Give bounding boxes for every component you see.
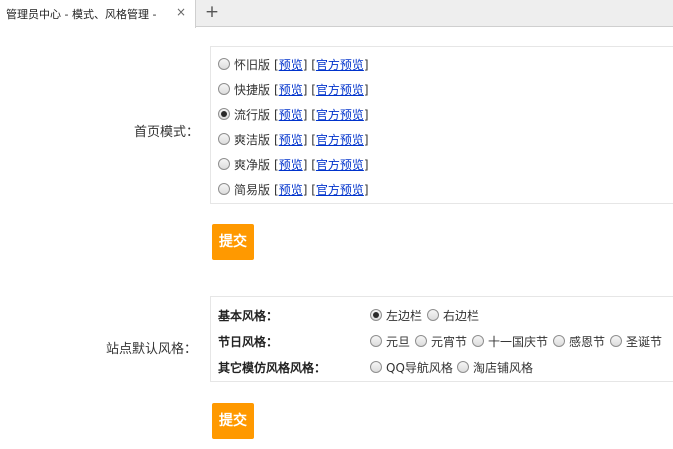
- style-option-label: 感恩节: [569, 335, 606, 349]
- radio-thanksgiving[interactable]: [553, 335, 565, 347]
- official-preview-link[interactable]: 官方预览: [316, 108, 364, 122]
- radio-mode-2[interactable]: [218, 108, 230, 120]
- style-option-label: 十一国庆节: [488, 335, 549, 349]
- style-option-label: 圣诞节: [626, 335, 663, 349]
- homepage-mode-submit-button[interactable]: 提交: [212, 224, 254, 260]
- preview-link[interactable]: 预览: [279, 58, 303, 72]
- radio-christmas[interactable]: [610, 335, 622, 347]
- preview-links: [预览] [官方预览]: [274, 58, 369, 72]
- official-preview-link[interactable]: 官方预览: [316, 83, 364, 97]
- tab-admin-center[interactable]: 管理员中心 - 模式、风格管理 - ×: [0, 0, 196, 28]
- site-style-label: 站点默认风格：: [106, 342, 198, 357]
- basic-style-label: 基本风格：: [218, 309, 279, 323]
- close-icon[interactable]: ×: [176, 5, 186, 19]
- preview-link[interactable]: 预览: [279, 108, 303, 122]
- style-option-label: 左边栏: [386, 309, 423, 323]
- radio-qq-nav-style[interactable]: [370, 361, 382, 373]
- radio-mode-0[interactable]: [218, 58, 230, 70]
- radio-mode-5[interactable]: [218, 183, 230, 195]
- new-tab-icon[interactable]: +: [202, 1, 222, 23]
- preview-link[interactable]: 预览: [279, 183, 303, 197]
- style-option-label: QQ导航风格: [386, 361, 453, 375]
- preview-link[interactable]: 预览: [279, 83, 303, 97]
- mode-option-label: 简易版: [234, 183, 271, 197]
- radio-lantern-festival[interactable]: [415, 335, 427, 347]
- holiday-style-label: 节日风格：: [218, 335, 279, 349]
- preview-links: [预览] [官方预览]: [274, 133, 369, 147]
- mode-option-label: 流行版: [234, 108, 271, 122]
- radio-mode-3[interactable]: [218, 133, 230, 145]
- mode-option-label: 爽洁版: [234, 133, 271, 147]
- preview-links: [预览] [官方预览]: [274, 108, 369, 122]
- radio-right-sidebar[interactable]: [427, 309, 439, 321]
- tab-bar: 管理员中心 - 模式、风格管理 - × +: [0, 0, 673, 28]
- preview-links: [预览] [官方预览]: [274, 183, 369, 197]
- style-option-label: 右边栏: [443, 309, 480, 323]
- style-option-label: 淘店铺风格: [473, 361, 534, 375]
- mode-option-label: 快捷版: [234, 83, 271, 97]
- preview-links: [预览] [官方预览]: [274, 158, 369, 172]
- site-style-submit-button[interactable]: 提交: [212, 403, 254, 439]
- mode-option-label: 怀旧版: [234, 58, 271, 72]
- radio-mode-4[interactable]: [218, 158, 230, 170]
- preview-link[interactable]: 预览: [279, 133, 303, 147]
- other-style-label: 其它模仿风格风格：: [218, 361, 327, 375]
- preview-links: [预览] [官方预览]: [274, 83, 369, 97]
- site-style-panel: 基本风格： 左边栏 右边栏 节日风格： 元旦 元宵节 十一国庆节 感恩节 圣诞节…: [210, 296, 673, 382]
- radio-national-day[interactable]: [472, 335, 484, 347]
- preview-link[interactable]: 预览: [279, 158, 303, 172]
- tab-title: 管理员中心 - 模式、风格管理 -: [6, 8, 157, 21]
- homepage-mode-label: 首页模式：: [134, 125, 200, 140]
- radio-new-year[interactable]: [370, 335, 382, 347]
- radio-left-sidebar[interactable]: [370, 309, 382, 321]
- radio-mode-1[interactable]: [218, 83, 230, 95]
- style-option-label: 元旦: [386, 335, 411, 349]
- mode-option-label: 爽净版: [234, 158, 271, 172]
- official-preview-link[interactable]: 官方预览: [316, 158, 364, 172]
- style-option-label: 元宵节: [431, 335, 468, 349]
- radio-taobao-shop-style[interactable]: [457, 361, 469, 373]
- official-preview-link[interactable]: 官方预览: [316, 183, 364, 197]
- official-preview-link[interactable]: 官方预览: [316, 58, 364, 72]
- official-preview-link[interactable]: 官方预览: [316, 133, 364, 147]
- homepage-mode-panel: 怀旧版 [预览] [官方预览] 快捷版 [预览] [官方预览] 流行版 [预览]…: [210, 46, 673, 204]
